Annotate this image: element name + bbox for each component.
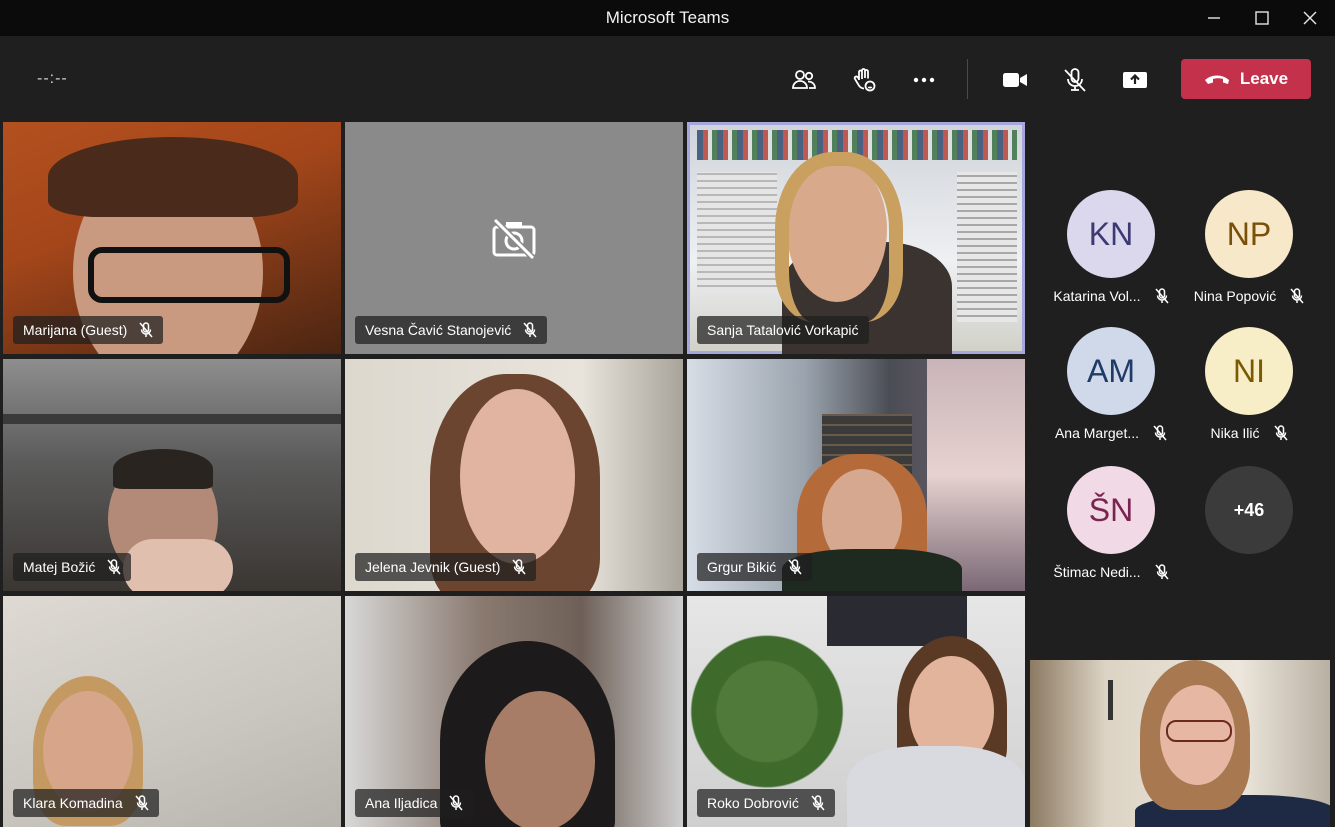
- mic-off-icon: [449, 795, 463, 811]
- video-tile[interactable]: Matej Božić: [3, 359, 341, 591]
- name-label: Sanja Tatalović Vorkapić: [697, 316, 869, 344]
- raise-hand-icon: [853, 68, 876, 92]
- mic-off-icon: [788, 559, 802, 575]
- more-participants-button[interactable]: +46: [1174, 466, 1324, 554]
- share-screen-button[interactable]: [1115, 62, 1155, 98]
- avatar: KN: [1067, 190, 1155, 278]
- participant-clothing: [847, 746, 1025, 827]
- participant-hands: [123, 539, 233, 591]
- meeting-timer: --:--: [37, 70, 68, 87]
- participant-video: [460, 389, 575, 564]
- mic-off-icon: [1155, 288, 1169, 304]
- participants-button[interactable]: [784, 62, 824, 98]
- video-tile[interactable]: Jelena Jevnik (Guest): [345, 359, 683, 591]
- mic-off-icon: [1153, 425, 1167, 441]
- avatar: AM: [1067, 327, 1155, 415]
- video-tile[interactable]: Vesna Čavić Stanojević: [345, 122, 683, 354]
- close-button[interactable]: [1285, 0, 1335, 36]
- title-bar: Microsoft Teams: [0, 0, 1335, 36]
- mic-off-icon: [135, 795, 149, 811]
- mic-off-icon: [512, 559, 526, 575]
- roster-participant[interactable]: NP Nina Popović: [1174, 190, 1324, 304]
- name-label: Roko Dobrović: [697, 789, 835, 817]
- video-tile[interactable]: Ana Iljadica: [345, 596, 683, 827]
- roster-participant[interactable]: KN Katarina Vol...: [1036, 190, 1186, 304]
- avatar: NP: [1205, 190, 1293, 278]
- bookshelf: [957, 172, 1017, 322]
- name-label: Vesna Čavić Stanojević: [355, 316, 548, 344]
- meeting-toolbar: --:-- Leave: [0, 42, 1335, 116]
- overflow-count: +46: [1205, 466, 1293, 554]
- mic-off-icon: [1290, 288, 1304, 304]
- name-label: Ana Iljadica: [355, 789, 474, 817]
- background-shelf: [3, 414, 341, 424]
- roster-participant[interactable]: ŠN Štimac Nedi...: [1036, 466, 1186, 580]
- video-tile[interactable]: Grgur Bikić: [687, 359, 1025, 591]
- name-label: Klara Komadina: [13, 789, 159, 817]
- avatar: ŠN: [1067, 466, 1155, 554]
- wall-frame: [1108, 680, 1113, 720]
- close-icon: [1303, 11, 1317, 25]
- people-icon: [792, 70, 816, 89]
- minimize-button[interactable]: [1189, 0, 1239, 36]
- mic-off-icon: [523, 322, 537, 338]
- mic-off-icon: [811, 795, 825, 811]
- window-title: Microsoft Teams: [605, 8, 730, 27]
- glasses: [1166, 720, 1232, 742]
- share-icon: [1123, 72, 1147, 88]
- mic-off-icon: [1064, 68, 1086, 92]
- mic-off-icon: [1273, 425, 1288, 441]
- video-tile[interactable]: Klara Komadina: [3, 596, 341, 827]
- video-tile-active-speaker[interactable]: Sanja Tatalović Vorkapić: [687, 122, 1025, 354]
- participant-hair: [113, 449, 213, 489]
- leave-label: Leave: [1239, 69, 1289, 88]
- leave-button[interactable]: Leave: [1181, 59, 1311, 99]
- maximize-button[interactable]: [1237, 0, 1287, 36]
- name-label: Matej Božić: [13, 553, 132, 581]
- mic-off-icon: [1154, 564, 1169, 580]
- more-actions-button[interactable]: [904, 62, 944, 98]
- participant-video: [48, 137, 298, 217]
- participant-hair: [775, 152, 903, 322]
- camera-icon: [1003, 73, 1027, 87]
- minimize-icon: [1208, 17, 1220, 19]
- camera-off-icon: [492, 218, 536, 260]
- raise-hand-button[interactable]: [844, 62, 884, 98]
- name-label: Jelena Jevnik (Guest): [355, 553, 537, 581]
- self-video-preview[interactable]: [1030, 660, 1330, 827]
- mute-button[interactable]: [1055, 62, 1095, 98]
- video-tile[interactable]: Marijana (Guest): [3, 122, 341, 354]
- video-tile[interactable]: Roko Dobrović: [687, 596, 1025, 827]
- mic-off-icon: [139, 322, 153, 338]
- camera-button[interactable]: [995, 62, 1035, 98]
- more-icon: [913, 77, 935, 83]
- hang-up-icon: [1204, 75, 1229, 84]
- name-label: Grgur Bikić: [697, 553, 813, 581]
- bookshelf: [697, 172, 777, 292]
- name-label: Marijana (Guest): [13, 316, 164, 344]
- toolbar-divider: [967, 59, 968, 99]
- glasses: [88, 247, 290, 303]
- video-grid: Marijana (Guest) Vesna Čavić Stanojević …: [0, 122, 1028, 827]
- avatar: NI: [1205, 327, 1293, 415]
- roster-participant[interactable]: NI Nika Ilić: [1174, 327, 1324, 441]
- participant-video: [485, 691, 595, 827]
- mic-off-icon: [107, 559, 121, 575]
- roster-participant[interactable]: AM Ana Marget...: [1036, 327, 1186, 441]
- maximize-icon: [1255, 11, 1269, 25]
